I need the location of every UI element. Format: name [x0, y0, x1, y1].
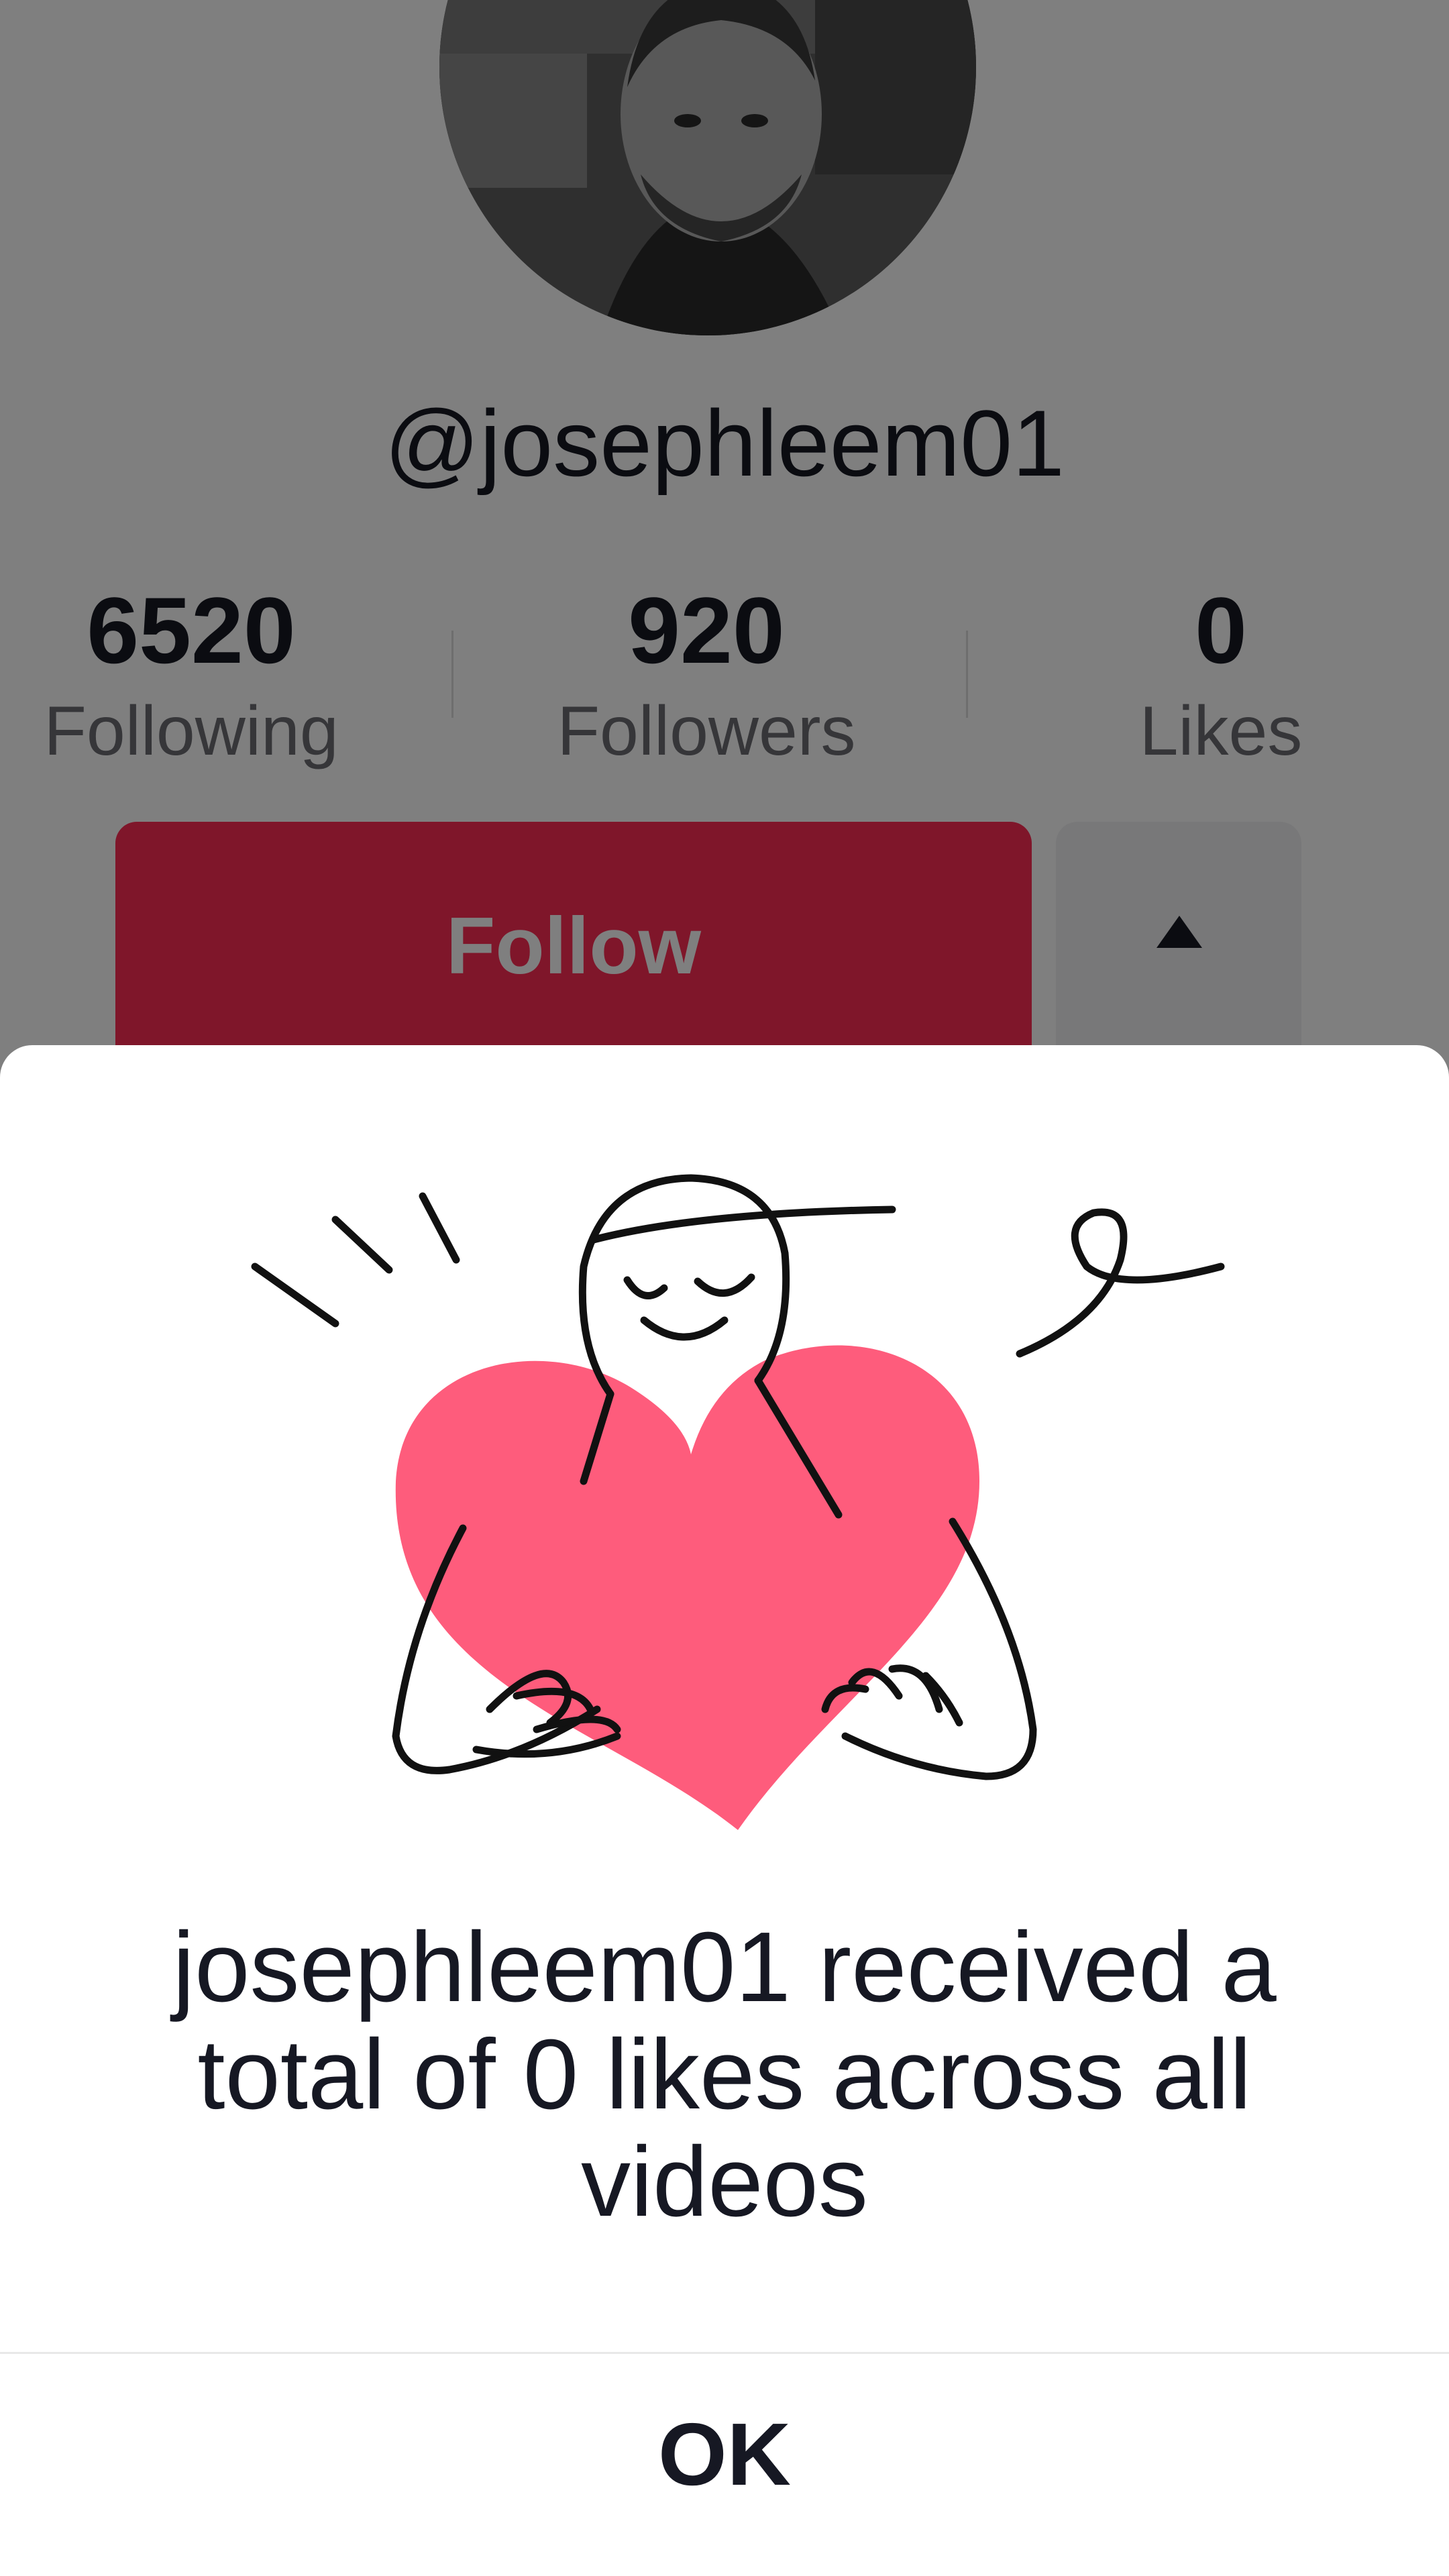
ok-button[interactable]: OK [0, 2354, 1449, 2576]
heart-hug-illustration [251, 1174, 1225, 1830]
likes-dialog: josephleem01 received a total of 0 likes… [0, 1045, 1449, 2576]
dialog-message: josephleem01 received a total of 0 likes… [172, 1912, 1277, 2237]
